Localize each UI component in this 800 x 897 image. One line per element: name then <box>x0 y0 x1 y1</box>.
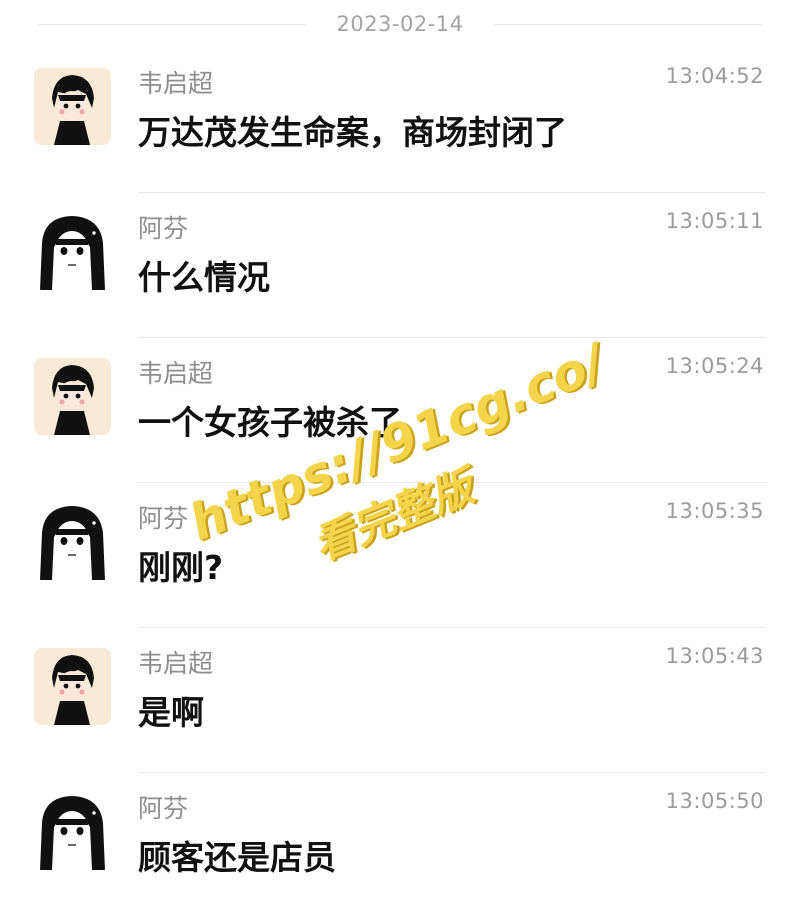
message-time: 13:05:50 <box>665 789 764 813</box>
boy-avatar[interactable] <box>34 358 111 435</box>
message-text: 什么情况 <box>138 258 270 297</box>
sender-name: 韦启超 <box>138 69 214 98</box>
boy-avatar[interactable] <box>34 68 111 145</box>
girl-avatar[interactable] <box>34 793 111 870</box>
message-text: 刚刚? <box>138 548 224 587</box>
message-text: 顾客还是店员 <box>138 838 336 877</box>
message-text: 万达茂发生命案，商场封闭了 <box>138 113 567 152</box>
girl-avatar[interactable] <box>34 503 111 580</box>
sender-name: 阿芬 <box>138 214 189 243</box>
message-time: 13:05:11 <box>665 209 764 233</box>
message-time: 13:04:52 <box>665 64 764 88</box>
sender-name: 韦启超 <box>138 649 214 678</box>
sender-name: 韦启超 <box>138 359 214 388</box>
girl-avatar[interactable] <box>34 213 111 290</box>
boy-avatar-icon <box>34 68 111 145</box>
message-text: 一个女孩子被杀了 <box>138 403 402 442</box>
message-time: 13:05:43 <box>665 644 764 668</box>
sender-name: 阿芬 <box>138 794 189 823</box>
date-label: 2023-02-14 <box>336 12 464 36</box>
message-item[interactable]: 阿芬 13:05:35 刚刚? <box>0 483 800 628</box>
date-separator: 2023-02-14 <box>0 0 800 48</box>
message-time: 13:05:35 <box>665 499 764 523</box>
message-text: 是啊 <box>138 693 204 732</box>
girl-avatar-icon <box>34 503 111 580</box>
message-item[interactable]: 韦启超 13:05:24 一个女孩子被杀了 <box>0 338 800 483</box>
girl-avatar-icon <box>34 793 111 870</box>
date-separator-line-right <box>493 23 762 25</box>
message-item[interactable]: 阿芬 13:05:50 顾客还是店员 <box>0 773 800 897</box>
girl-avatar-icon <box>34 213 111 290</box>
boy-avatar[interactable] <box>34 648 111 725</box>
sender-name: 阿芬 <box>138 504 189 533</box>
date-separator-line-left <box>38 23 307 25</box>
message-time: 13:05:24 <box>665 354 764 378</box>
boy-avatar-icon <box>34 648 111 725</box>
message-item[interactable]: 阿芬 13:05:11 什么情况 <box>0 193 800 338</box>
boy-avatar-icon <box>34 358 111 435</box>
message-item[interactable]: 韦启超 13:05:43 是啊 <box>0 628 800 773</box>
message-item[interactable]: 韦启超 13:04:52 万达茂发生命案，商场封闭了 <box>0 48 800 193</box>
